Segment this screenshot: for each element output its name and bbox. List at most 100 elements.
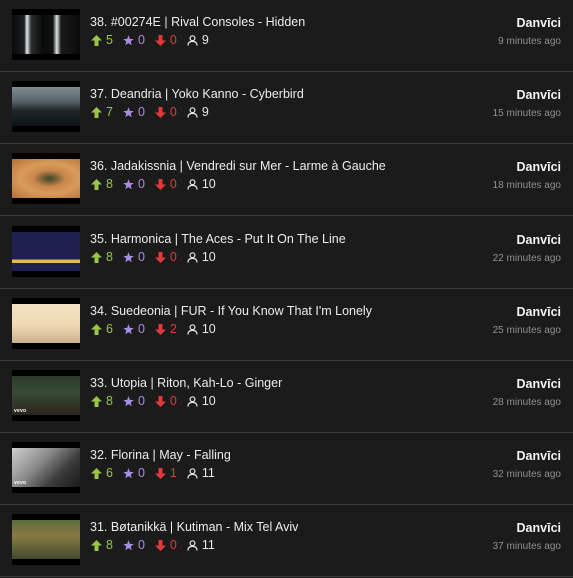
arrow-up-icon xyxy=(91,395,102,407)
user-icon xyxy=(187,178,198,190)
star-icon xyxy=(123,178,134,189)
star-stat: 0 xyxy=(123,394,145,408)
upvote-count: 8 xyxy=(106,394,113,408)
star-stat: 0 xyxy=(123,538,145,552)
upvote-count: 7 xyxy=(106,105,113,119)
row-divider xyxy=(0,215,573,216)
downvote-count: 0 xyxy=(169,250,177,264)
listener-count: 10 xyxy=(201,250,216,264)
video-thumbnail[interactable]: vevo xyxy=(12,442,80,493)
playlist-entry[interactable]: vevo 32. Florina | May - Falling 6 0 1 1… xyxy=(0,433,573,505)
user-icon xyxy=(187,323,198,335)
listener-stat: 10 xyxy=(187,394,216,408)
vote-stats: 6 0 2 10 xyxy=(91,321,226,337)
vote-stats: 8 0 0 10 xyxy=(91,249,226,265)
vote-stats: 8 0 0 10 xyxy=(91,176,226,192)
entry-title[interactable]: 36. Jadakissnia | Vendredi sur Mer - Lar… xyxy=(90,159,386,173)
upvote-stat: 6 xyxy=(91,322,113,336)
listener-stat: 10 xyxy=(187,250,216,264)
entry-title[interactable]: 35. Harmonica | The Aces - Put It On The… xyxy=(90,232,346,246)
downvote-stat: 0 xyxy=(154,177,177,191)
author-name[interactable]: Danvīci xyxy=(517,449,561,463)
author-name[interactable]: Danvīci xyxy=(517,16,561,30)
video-thumbnail[interactable] xyxy=(12,514,80,565)
listener-stat: 11 xyxy=(187,466,215,480)
entry-title[interactable]: 37. Deandria | Yoko Kanno - Cyberbird xyxy=(90,87,304,101)
downvote-stat: 0 xyxy=(154,394,177,408)
star-count: 0 xyxy=(137,177,145,191)
star-count: 0 xyxy=(137,322,145,336)
arrow-up-icon xyxy=(91,467,102,479)
user-icon xyxy=(187,467,198,479)
arrow-down-icon xyxy=(154,106,166,118)
arrow-up-icon xyxy=(91,251,102,263)
star-count: 0 xyxy=(137,250,145,264)
downvote-stat: 0 xyxy=(154,538,177,552)
star-count: 0 xyxy=(137,33,145,47)
playlist-entry[interactable]: 31. Bøtanikkä | Kutiman - Mix Tel Aviv 8… xyxy=(0,505,573,577)
author-name[interactable]: Danvīci xyxy=(517,233,561,247)
thumbnail-image xyxy=(12,15,80,54)
timestamp: 25 minutes ago xyxy=(492,325,561,336)
downvote-count: 0 xyxy=(169,33,177,47)
video-thumbnail[interactable] xyxy=(12,298,80,349)
video-thumbnail[interactable] xyxy=(12,226,80,277)
star-icon xyxy=(123,251,134,262)
star-stat: 0 xyxy=(123,466,145,480)
star-stat: 0 xyxy=(123,322,145,336)
timestamp: 18 minutes ago xyxy=(492,180,561,191)
listener-count: 9 xyxy=(201,105,209,119)
arrow-up-icon xyxy=(91,178,102,190)
star-count: 0 xyxy=(137,466,145,480)
entry-title[interactable]: 34. Suedeonia | FUR - If You Know That I… xyxy=(90,304,372,318)
thumbnail-image xyxy=(12,520,80,559)
listener-count: 11 xyxy=(201,538,215,552)
star-count: 0 xyxy=(137,105,145,119)
upvote-stat: 6 xyxy=(91,466,113,480)
entry-title[interactable]: 31. Bøtanikkä | Kutiman - Mix Tel Aviv xyxy=(90,520,298,534)
upvote-count: 5 xyxy=(106,33,113,47)
playlist-entry[interactable]: 36. Jadakissnia | Vendredi sur Mer - Lar… xyxy=(0,144,573,216)
video-thumbnail[interactable]: vevo xyxy=(12,370,80,421)
entry-title[interactable]: 33. Utopia | Riton, Kah-Lo - Ginger xyxy=(90,376,282,390)
author-name[interactable]: Danvīci xyxy=(517,377,561,391)
entry-title[interactable]: 38. #00274E | Rival Consoles - Hidden xyxy=(90,15,305,29)
star-icon xyxy=(123,323,134,334)
thumbnail-image xyxy=(12,304,80,343)
thumbnail-image xyxy=(12,87,80,126)
star-stat: 0 xyxy=(123,105,145,119)
playlist-entry[interactable]: 35. Harmonica | The Aces - Put It On The… xyxy=(0,217,573,289)
star-stat: 0 xyxy=(123,33,145,47)
listener-count: 10 xyxy=(201,177,216,191)
timestamp: 32 minutes ago xyxy=(492,469,561,480)
user-icon xyxy=(187,539,198,551)
arrow-up-icon xyxy=(91,539,102,551)
playlist-history: 38. #00274E | Rival Consoles - Hidden 5 … xyxy=(0,0,573,578)
playlist-entry[interactable]: 38. #00274E | Rival Consoles - Hidden 5 … xyxy=(0,0,573,72)
arrow-down-icon xyxy=(154,395,166,407)
author-name[interactable]: Danvīci xyxy=(517,305,561,319)
entry-title[interactable]: 32. Florina | May - Falling xyxy=(90,448,231,462)
author-name[interactable]: Danvīci xyxy=(517,160,561,174)
upvote-stat: 7 xyxy=(91,105,113,119)
arrow-down-icon xyxy=(154,467,166,479)
arrow-up-icon xyxy=(91,323,102,335)
playlist-entry[interactable]: 34. Suedeonia | FUR - If You Know That I… xyxy=(0,289,573,361)
author-name[interactable]: Danvīci xyxy=(517,88,561,102)
user-icon xyxy=(187,395,198,407)
video-thumbnail[interactable] xyxy=(12,9,80,60)
video-thumbnail[interactable] xyxy=(12,81,80,132)
listener-stat: 9 xyxy=(187,33,209,47)
downvote-count: 0 xyxy=(169,177,177,191)
upvote-stat: 5 xyxy=(91,33,113,47)
video-thumbnail[interactable] xyxy=(12,153,80,204)
arrow-up-icon xyxy=(91,34,102,46)
downvote-stat: 1 xyxy=(154,466,177,480)
star-stat: 0 xyxy=(123,177,145,191)
author-name[interactable]: Danvīci xyxy=(517,521,561,535)
playlist-entry[interactable]: 37. Deandria | Yoko Kanno - Cyberbird 7 … xyxy=(0,72,573,144)
listener-count: 10 xyxy=(201,322,216,336)
downvote-stat: 2 xyxy=(154,322,177,336)
star-icon xyxy=(123,395,134,406)
playlist-entry[interactable]: vevo 33. Utopia | Riton, Kah-Lo - Ginger… xyxy=(0,361,573,433)
